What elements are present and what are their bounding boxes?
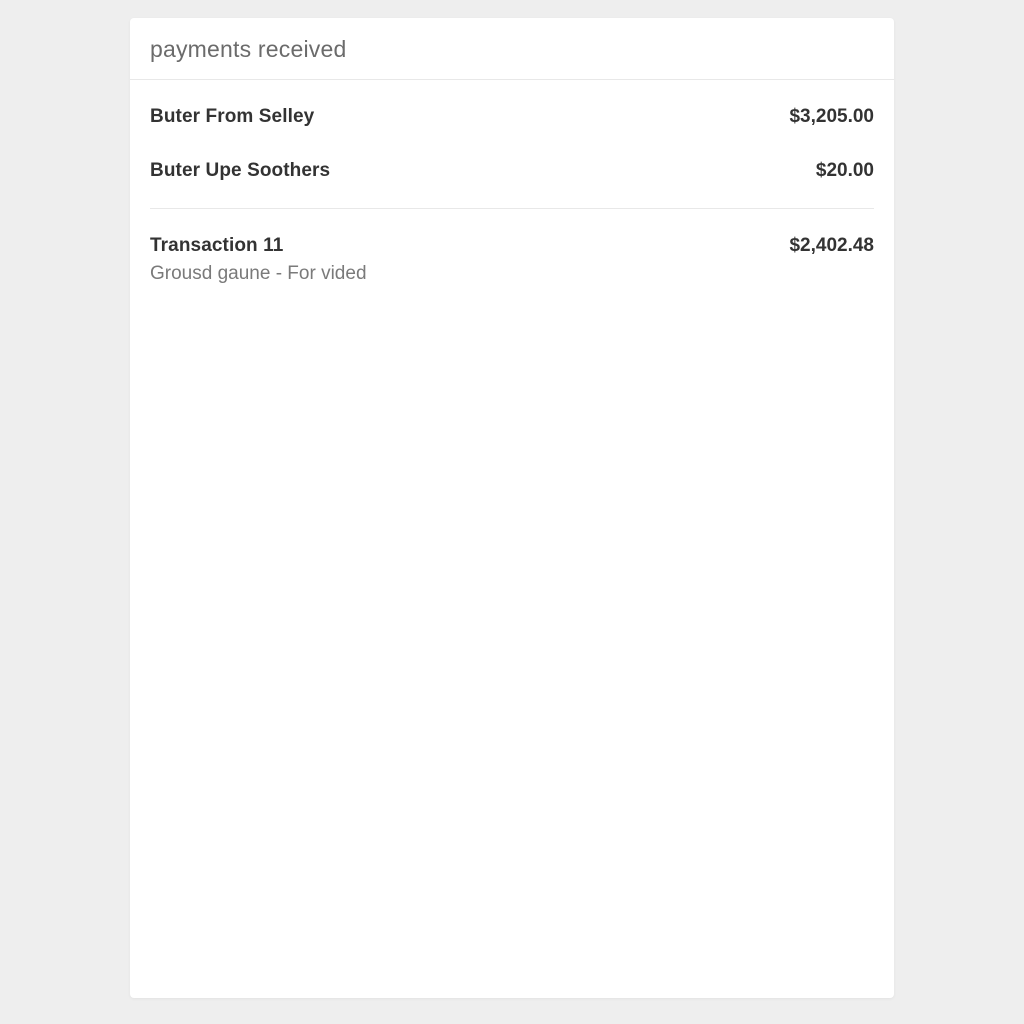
- payment-amount: $20.00: [816, 160, 874, 182]
- payments-card: payments received Buter From Selley $3,2…: [130, 18, 894, 998]
- payment-amount: $2,402.48: [789, 235, 874, 257]
- payment-row-left: Buter Upe Soothers: [150, 160, 330, 182]
- payment-title: Buter Upe Soothers: [150, 160, 330, 182]
- card-title: payments received: [150, 36, 874, 63]
- card-header: payments received: [130, 18, 894, 80]
- payment-row-left: Transaction 11 Grousd gaune - For vided: [150, 235, 367, 285]
- payment-row-left: Buter From Selley: [150, 106, 314, 128]
- card-body: Buter From Selley $3,205.00 Buter Upe So…: [130, 80, 894, 311]
- payment-title: Buter From Selley: [150, 106, 314, 128]
- payment-row[interactable]: Buter From Selley $3,205.00: [150, 80, 874, 138]
- payment-row[interactable]: Buter Upe Soothers $20.00: [150, 138, 874, 209]
- payment-row[interactable]: Transaction 11 Grousd gaune - For vided …: [150, 209, 874, 311]
- payment-amount: $3,205.00: [789, 106, 874, 128]
- payment-subtitle: Grousd gaune - For vided: [150, 263, 367, 285]
- payment-title: Transaction 11: [150, 235, 367, 257]
